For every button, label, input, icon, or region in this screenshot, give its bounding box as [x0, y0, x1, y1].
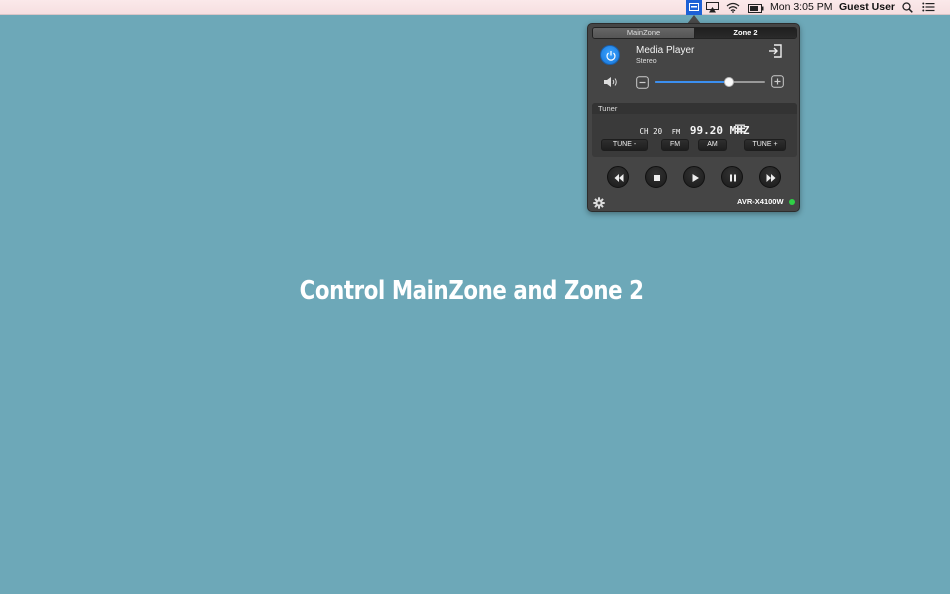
rewind-button[interactable]: [607, 166, 629, 188]
tuner-band: FM: [671, 128, 681, 136]
airplay-icon[interactable]: [706, 2, 719, 17]
volume-up-icon[interactable]: [771, 75, 784, 93]
menu-bar: Mon 3:05 PM Guest User: [0, 0, 950, 15]
connection-status-dot: [789, 199, 795, 205]
pause-button[interactable]: [721, 166, 743, 188]
power-button[interactable]: [600, 45, 620, 65]
tuner-section: Tuner CH 20 FM 99.20 MHZ TUNE - FM AM TU…: [592, 103, 797, 157]
notification-list-icon[interactable]: [922, 2, 935, 17]
tuner-title: Tuner: [592, 103, 797, 114]
sound-mode: Stereo: [636, 58, 657, 65]
source-name: Media Player: [636, 45, 695, 56]
play-button[interactable]: [683, 166, 705, 188]
fast-forward-button[interactable]: [759, 166, 781, 188]
menubar-user[interactable]: Guest User: [839, 0, 895, 15]
zone-selector: MainZone Zone 2: [592, 27, 797, 39]
preset-list-icon[interactable]: [735, 120, 745, 138]
volume-slider-knob[interactable]: [723, 77, 734, 87]
tune-up-button[interactable]: TUNE +: [744, 139, 786, 151]
speaker-icon[interactable]: [603, 75, 619, 93]
menubar-clock[interactable]: Mon 3:05 PM: [770, 0, 832, 15]
am-button[interactable]: AM: [698, 139, 727, 151]
volume-down-icon[interactable]: [636, 76, 649, 94]
device-name: AVR-X4100W: [737, 197, 784, 206]
volume-slider[interactable]: [655, 77, 765, 87]
gear-icon[interactable]: [593, 196, 605, 214]
wifi-icon[interactable]: [726, 2, 740, 17]
fm-button[interactable]: FM: [661, 139, 689, 151]
battery-icon[interactable]: [748, 3, 764, 18]
stop-button[interactable]: [645, 166, 667, 188]
tuner-display: CH 20 FM 99.20 MHZ: [592, 119, 797, 138]
avr-control-panel: MainZone Zone 2 Media Player Stereo Tune…: [587, 23, 800, 212]
promo-headline: Control MainZone and Zone 2: [299, 276, 644, 306]
tuner-channel: CH 20: [639, 127, 663, 136]
tab-mainzone[interactable]: MainZone: [593, 28, 694, 38]
spotlight-search-icon[interactable]: [902, 2, 913, 17]
avr-app-icon[interactable]: [686, 0, 702, 15]
input-select-icon[interactable]: [768, 44, 782, 63]
tab-zone-2[interactable]: Zone 2: [694, 28, 796, 38]
volume-slider-fill: [655, 81, 729, 83]
tune-down-button[interactable]: TUNE -: [601, 139, 648, 151]
